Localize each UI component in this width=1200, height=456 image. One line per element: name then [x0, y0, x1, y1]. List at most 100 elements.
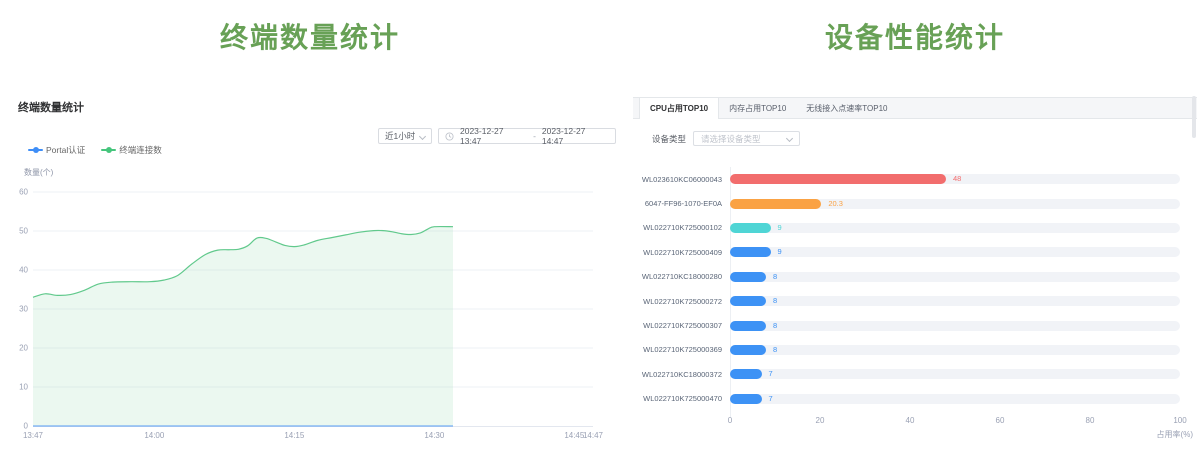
y-tick-label: 50 — [19, 227, 28, 236]
bar — [730, 272, 766, 282]
bar-track: 20.3 — [730, 199, 1180, 209]
bar-row: WL022710K725000369 8 — [633, 338, 1180, 362]
y-axis-title: 数量(个) — [24, 167, 54, 177]
x-tick-label: 40 — [906, 416, 915, 425]
time-range-value: 近1小时 — [385, 130, 415, 142]
device-type-placeholder: 请选择设备类型 — [701, 133, 787, 145]
device-performance-panel: 设备性能统计 CPU占用TOP10 内存占用TOP10 无线接入点速率TOP10… — [633, 0, 1197, 456]
y-tick-label: 30 — [19, 305, 28, 314]
y-tick-label: 40 — [19, 266, 28, 275]
bar-value-label: 7 — [769, 369, 773, 379]
terminal-series-marker-icon — [101, 146, 116, 154]
bar-row: WL022710K725000272 8 — [633, 289, 1180, 313]
bar-row: 6047-FF96-1070-EF0A 20.3 — [633, 191, 1180, 215]
x-tick-label: 80 — [1086, 416, 1095, 425]
bar-row: WL022710KC18000280 8 — [633, 265, 1180, 289]
legend-item-terminal-connections[interactable]: 终端连接数 — [101, 144, 162, 156]
bar — [730, 223, 771, 233]
bar-category-label: WL022710K725000307 — [633, 321, 730, 330]
tab-ap-rate-top10[interactable]: 无线接入点速率TOP10 — [796, 98, 897, 118]
device-type-filter: 设备类型 请选择设备类型 — [652, 131, 800, 146]
bar-value-label: 48 — [953, 174, 961, 184]
x-tick-label: 14:30 — [424, 431, 445, 440]
tab-bar: CPU占用TOP10 内存占用TOP10 无线接入点速率TOP10 — [633, 97, 1197, 119]
x-tick-label: 20 — [816, 416, 825, 425]
bar-value-label: 8 — [773, 272, 777, 282]
bar — [730, 345, 766, 355]
y-tick-label: 60 — [19, 188, 28, 197]
bar — [730, 199, 821, 209]
bar — [730, 321, 766, 331]
date-range-separator: - — [533, 131, 536, 141]
bar-row: WL022710K725000409 9 — [633, 240, 1180, 264]
terminal-connections-line — [33, 227, 453, 298]
x-tick-label: 60 — [996, 416, 1005, 425]
legend-item-portal[interactable]: Portal认证 — [28, 144, 85, 156]
date-range-end: 2023-12-27 14:47 — [542, 126, 609, 146]
portal-series-marker-icon — [28, 146, 43, 154]
bar-track: 9 — [730, 247, 1180, 257]
device-type-label: 设备类型 — [652, 133, 686, 145]
bar-row: WL022710K725000470 7 — [633, 387, 1180, 411]
bar-category-label: WL022710KC18000280 — [633, 272, 730, 281]
bar-row: WL022710KC18000372 7 — [633, 362, 1180, 386]
y-tick-label: 10 — [19, 383, 28, 392]
bar-value-label: 9 — [778, 223, 782, 233]
bar-value-label: 8 — [773, 296, 777, 306]
bar-track: 8 — [730, 345, 1180, 355]
bar-row: WL023610KC06000043 48 — [633, 167, 1180, 191]
bar-value-label: 20.3 — [828, 199, 843, 209]
bar — [730, 394, 762, 404]
bar-category-label: WL022710K725000470 — [633, 394, 730, 403]
terminal-count-panel: 终端数量统计 终端数量统计 近1小时 2023-12-27 13:47 - 20… — [0, 0, 620, 456]
bar — [730, 296, 766, 306]
legend-label: 终端连接数 — [119, 144, 162, 156]
bar-value-label: 9 — [778, 247, 782, 257]
cpu-top10-bar-chart: WL023610KC06000043 48 6047-FF96-1070-EF0A 2… — [633, 167, 1180, 411]
bar-chart-x-axis: 020406080100 — [730, 416, 1180, 426]
terminal-section-title: 终端数量统计 — [0, 16, 620, 56]
x-tick-label: 14:47 — [583, 431, 604, 440]
x-tick-label: 14:15 — [284, 431, 305, 440]
device-section-title: 设备性能统计 — [633, 16, 1197, 56]
bar-category-label: WL023610KC06000043 — [633, 175, 730, 184]
tab-memory-top10[interactable]: 内存占用TOP10 — [719, 98, 796, 118]
tab-cpu-top10[interactable]: CPU占用TOP10 — [639, 97, 719, 119]
time-range-select[interactable]: 近1小时 — [378, 128, 432, 144]
x-tick-label: 14:00 — [144, 431, 165, 440]
terminal-line-chart: 0 10 20 30 40 50 60 数量(个) 13:47 14:00 14:15 14:30 14… — [0, 0, 620, 456]
chevron-down-icon — [419, 132, 426, 139]
bar-category-label: WL022710K725000369 — [633, 345, 730, 354]
bar-track: 7 — [730, 394, 1180, 404]
bar-value-label: 8 — [773, 321, 777, 331]
bar-track: 8 — [730, 272, 1180, 282]
bar-category-label: WL022710K725000409 — [633, 248, 730, 257]
bar — [730, 247, 771, 257]
bar-category-label: 6047-FF96-1070-EF0A — [633, 199, 730, 208]
bar-track: 8 — [730, 296, 1180, 306]
legend-label: Portal认证 — [46, 144, 85, 156]
bar-chart-x-axis-unit: 占用率(%) — [1157, 429, 1193, 440]
scrollbar-thumb[interactable] — [1192, 96, 1196, 138]
x-tick-label: 14:45 — [564, 431, 585, 440]
bar — [730, 174, 946, 184]
y-tick-label: 20 — [19, 344, 28, 353]
x-tick-label: 100 — [1173, 416, 1186, 425]
date-range-start: 2023-12-27 13:47 — [460, 126, 527, 146]
clock-icon — [445, 132, 454, 141]
bar-track: 8 — [730, 321, 1180, 331]
bar-value-label: 8 — [773, 345, 777, 355]
bar-category-label: WL022710KC18000372 — [633, 370, 730, 379]
bar-row: WL022710K725000102 9 — [633, 216, 1180, 240]
bar-category-label: WL022710K725000102 — [633, 223, 730, 232]
chevron-down-icon — [786, 135, 793, 142]
date-range-picker[interactable]: 2023-12-27 13:47 - 2023-12-27 14:47 — [438, 128, 616, 144]
bar-category-label: WL022710K725000272 — [633, 297, 730, 306]
bar-track: 9 — [730, 223, 1180, 233]
device-type-select[interactable]: 请选择设备类型 — [693, 131, 800, 146]
terminal-chart-heading: 终端数量统计 — [18, 99, 84, 115]
y-tick-label: 0 — [24, 422, 29, 431]
x-tick-label: 13:47 — [23, 431, 44, 440]
bar — [730, 369, 762, 379]
bar-value-label: 7 — [769, 394, 773, 404]
